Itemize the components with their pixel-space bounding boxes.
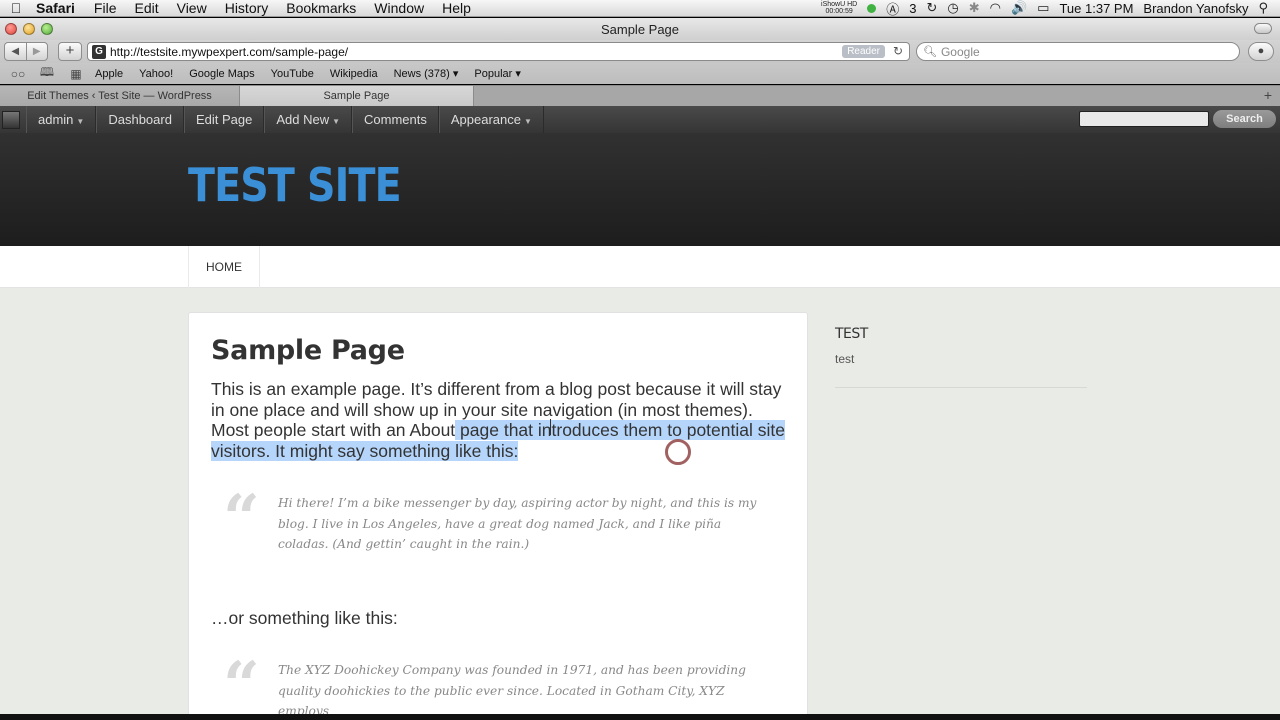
bookmarks-book-icon[interactable]: 🕮︎ [36,63,58,84]
avatar[interactable] [2,110,20,129]
quote-mark-icon: “ [223,648,260,720]
reload-icon[interactable]: ↻ [893,44,903,58]
wp-admin-bar: admin ▼ Dashboard Edit Page Add New ▼ Comm… [0,106,1280,133]
menu-extras: iShowU HD 00:00:59 Ⓐ 3 ↻ ◷ ✱ ◠ 🔊 ▭ Tue 1… [821,0,1280,18]
chevron-down-icon: ▼ [523,117,532,126]
menu-bookmarks[interactable]: Bookmarks [277,0,365,16]
tab-sample-page[interactable]: Sample Page [240,86,474,106]
bookmark-yahoo[interactable]: Yahoo! [131,68,181,80]
page-title: Sample Page [211,335,405,366]
admin-bar-comments[interactable]: Comments [352,106,439,133]
menu-edit[interactable]: Edit [125,0,167,16]
sidebar-widget-text: test [835,352,855,366]
search-field[interactable]: 🔍︎ Google [916,42,1240,61]
text-cursor-icon [550,419,552,435]
recorder-time: 00:00:59 [825,8,853,15]
site-header: TEST SITE [0,133,1280,246]
blockquote-text: Hi there! I’m a bike messenger by day, a… [278,496,757,552]
admin-bar-add-new-label: Add New [276,112,330,127]
time-machine-icon[interactable]: ◷ [947,0,958,16]
spotlight-icon[interactable]: ⚲ [1258,0,1268,16]
admin-bar-add-new[interactable]: Add New ▼ [264,106,352,133]
add-bookmark-button[interactable]: + [58,42,82,61]
mac-menu-bar:  Safari File Edit View History Bookmark… [0,0,1280,17]
menu-app-safari[interactable]: Safari [32,0,85,16]
admin-bar-account[interactable]: admin ▼ [26,106,97,133]
recording-indicator-icon [867,3,877,13]
or-line: …or something like this: [211,608,398,628]
toolbar-toggle-button[interactable] [1254,23,1272,34]
menu-view[interactable]: View [168,0,216,16]
menu-window[interactable]: Window [365,0,433,16]
adobe-icon[interactable]: Ⓐ [886,0,899,18]
bookmark-google-maps[interactable]: Google Maps [181,68,262,80]
battery-icon[interactable]: ▭ [1037,0,1049,16]
reading-list-icon[interactable]: ○○ [7,67,29,81]
screen-bottom-edge [0,714,1280,720]
zoom-window-icon[interactable] [41,23,53,35]
admin-bar-appearance-label: Appearance [450,112,521,127]
admin-bar-search-input[interactable] [1079,111,1209,127]
url-text[interactable]: http://testsite.mywpexpert.com/sample-pa… [110,45,348,59]
window-controls [5,23,53,35]
adobe-count: 3 [909,0,917,16]
recorder-status[interactable]: iShowU HD 00:00:59 [821,1,857,15]
menu-file[interactable]: File [85,0,126,16]
tab-edit-themes[interactable]: Edit Themes ‹ Test Site — WordPress [0,86,240,106]
sidebar-widget-title: TEST [835,326,868,342]
chevron-down-icon: ▼ [76,117,85,126]
menu-help[interactable]: Help [433,0,480,16]
blockquote-text: The XYZ Doohickey Company was founded in… [278,663,746,719]
intro-paragraph[interactable]: This is an example page. It’s different … [211,379,791,462]
sidebar-divider [835,387,1087,388]
bookmark-youtube[interactable]: YouTube [263,68,322,80]
menu-history[interactable]: History [216,0,278,16]
close-window-icon[interactable] [5,23,17,35]
nav-item-home[interactable]: HOME [188,246,260,288]
site-title[interactable]: TEST SITE [188,158,402,212]
address-bar[interactable]: G http://testsite.mywpexpert.com/sample-… [87,42,910,61]
volume-icon[interactable]: 🔊 [1011,0,1027,16]
clock[interactable]: Tue 1:37 PM [1059,1,1133,16]
admin-bar-dashboard[interactable]: Dashboard [96,106,184,133]
tab-bar: Edit Themes ‹ Test Site — WordPress Samp… [0,85,1280,106]
click-indicator-icon [665,439,691,465]
quote-mark-icon: “ [223,481,260,556]
bookmarks-bar: ○○ 🕮︎ ▦ Apple Yahoo! Google Maps YouTube… [0,63,1280,84]
bookmark-popular[interactable]: Popular ▾ [466,67,529,80]
admin-bar-search-button[interactable]: Search [1213,110,1276,128]
search-placeholder: Google [940,44,980,59]
site-favicon-icon: G [92,44,106,59]
admin-bar-account-label: admin [38,112,74,127]
sync-icon[interactable]: ↻ [926,0,937,16]
admin-bar-appearance[interactable]: Appearance ▼ [438,106,544,133]
wifi-icon[interactable]: ◠ [990,0,1001,16]
main-content: Sample Page This is an example page. It’… [188,312,808,720]
site-navigation: HOME [0,246,1280,288]
recorder-name: iShowU HD [821,1,858,8]
admin-bar-edit-page[interactable]: Edit Page [183,106,265,133]
chevron-down-icon: ▼ [332,117,340,126]
history-nav: ◀ ▶ [4,42,48,61]
user-name[interactable]: Brandon Yanofsky [1143,1,1248,16]
bookmark-apple[interactable]: Apple [87,68,131,80]
forward-icon[interactable]: ▶ [25,43,48,60]
new-tab-icon[interactable]: + [1256,86,1280,106]
top-sites-grid-icon[interactable]: ▦ [65,67,87,81]
bluetooth-icon[interactable]: ✱ [969,0,980,16]
window-title-bar: Sample Page [0,18,1280,40]
minimize-window-icon[interactable] [23,23,35,35]
search-icon: 🔍︎ [923,46,937,58]
bookmark-wikipedia[interactable]: Wikipedia [322,68,386,80]
window-title: Sample Page [600,21,680,37]
back-icon[interactable]: ◀ [5,43,26,60]
reader-button[interactable]: Reader [842,45,885,58]
apple-menu-icon[interactable]:  [0,0,32,16]
page-menu-icon[interactable]: ● [1248,42,1274,61]
bookmark-news[interactable]: News (378) ▾ [386,67,467,80]
browser-toolbar: ◀ ▶ + G http://testsite.mywpexpert.com/s… [0,40,1280,63]
